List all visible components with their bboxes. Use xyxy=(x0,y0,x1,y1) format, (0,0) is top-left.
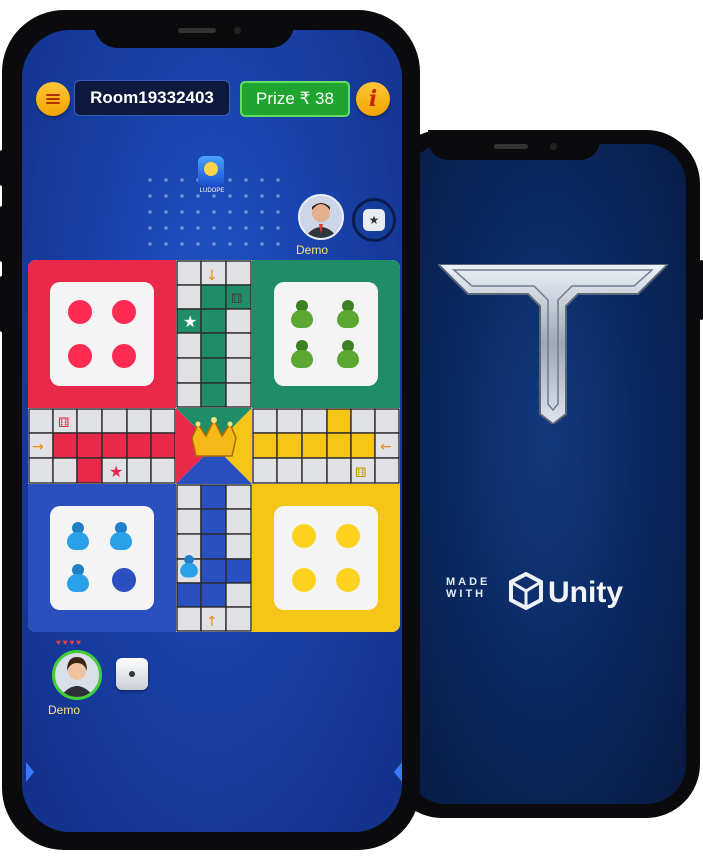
made-text: MADE xyxy=(446,576,491,588)
top-bar: Room19332403 Prize ₹ 38 i xyxy=(22,80,402,120)
unity-logo-icon xyxy=(509,572,543,610)
unity-wordmark: Unity xyxy=(548,576,623,609)
blue-pawn-on-track[interactable] xyxy=(179,555,200,579)
top-player-name: Demo xyxy=(296,243,329,257)
top-dice-slot[interactable]: ★ xyxy=(352,198,396,242)
menu-icon xyxy=(46,92,60,106)
green-pawn[interactable] xyxy=(289,340,315,370)
info-icon: i xyxy=(368,86,378,112)
room-label: Room19332403 xyxy=(74,80,230,116)
green-pawn[interactable] xyxy=(335,300,361,330)
logo-caption: LUDOPE xyxy=(199,188,225,194)
star-icon: ★ xyxy=(363,209,385,231)
svg-text:⚅: ⚅ xyxy=(231,292,242,307)
notch xyxy=(428,130,600,160)
game-phone: Room19332403 Prize ₹ 38 i LUDOPE Demo ★ xyxy=(2,10,420,850)
blue-pawn[interactable] xyxy=(108,522,134,552)
svg-text:↓: ↓ xyxy=(206,268,218,284)
svg-text:⚅: ⚅ xyxy=(355,466,366,481)
top-player-avatar xyxy=(298,194,344,240)
svg-text:★: ★ xyxy=(232,564,245,582)
game-logo-icon xyxy=(438,264,668,424)
splash-phone: MADE WITH Unity xyxy=(388,130,700,818)
svg-text:⚅: ⚅ xyxy=(182,590,193,605)
lives-hearts: ♥♥♥♥ xyxy=(56,638,83,647)
svg-text:⚅: ⚅ xyxy=(58,416,69,431)
svg-text:★: ★ xyxy=(109,462,123,481)
green-pawn[interactable] xyxy=(335,340,361,370)
notch xyxy=(94,10,294,48)
blue-pawn[interactable] xyxy=(65,522,91,552)
svg-text:→: → xyxy=(32,439,44,455)
right-arrow-icon[interactable] xyxy=(394,762,402,782)
bottom-player-avatar xyxy=(52,650,102,700)
svg-text:★: ★ xyxy=(330,413,343,431)
bottom-player-name: Demo xyxy=(48,703,81,717)
green-pawn[interactable] xyxy=(289,300,315,330)
ludo-board: ★ ★ ★ ★ ↓ ↑ → ← ⚅ ⚅ ⚅ ⚅ xyxy=(28,260,400,632)
info-button[interactable]: i xyxy=(356,82,390,116)
game-screen: Room19332403 Prize ₹ 38 i LUDOPE Demo ★ xyxy=(22,30,402,832)
svg-text:★: ★ xyxy=(183,312,197,331)
svg-text:↑: ↑ xyxy=(206,614,218,630)
blue-pawn[interactable] xyxy=(65,564,91,594)
with-text: WITH xyxy=(446,588,487,600)
prize-label: Prize ₹ 38 xyxy=(240,81,350,117)
menu-button[interactable] xyxy=(36,82,70,116)
svg-text:←: ← xyxy=(380,439,392,455)
crown-icon xyxy=(191,417,237,457)
roll-dice-button[interactable] xyxy=(116,658,148,690)
made-with-text: MADE WITH xyxy=(446,576,490,600)
ludo-logo xyxy=(198,156,224,186)
splash-screen: MADE WITH Unity xyxy=(406,144,686,804)
left-arrow-icon[interactable] xyxy=(26,762,34,782)
